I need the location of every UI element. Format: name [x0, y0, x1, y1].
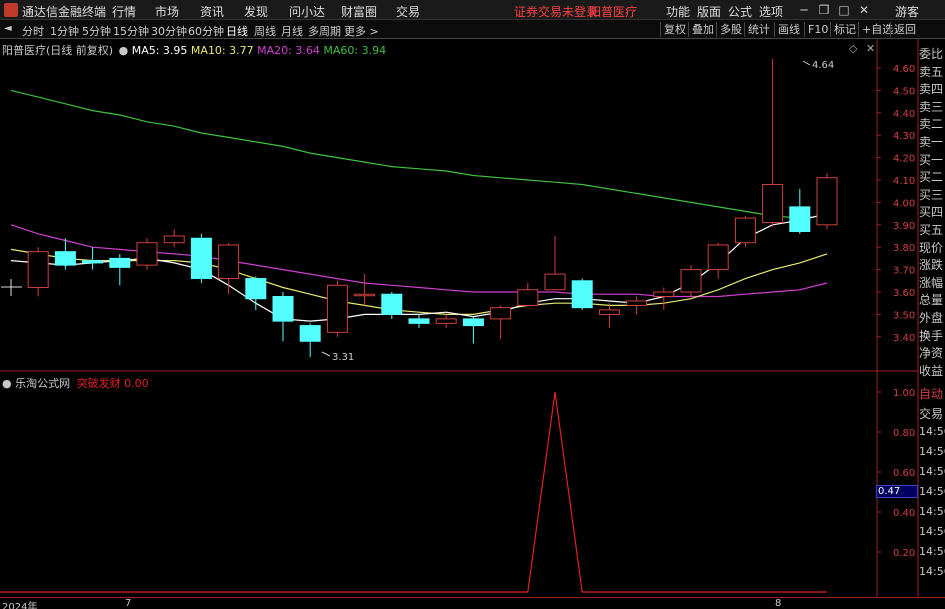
price-tick-label: 3.60 — [893, 288, 915, 299]
price-tick-label: 3.90 — [893, 221, 915, 232]
candle — [544, 236, 566, 291]
price-tick-label: 3.80 — [893, 243, 915, 254]
candle — [626, 296, 648, 315]
candle — [27, 247, 49, 297]
candle — [789, 188, 811, 234]
candle — [598, 303, 620, 328]
low-price-label: 3.31 — [332, 352, 354, 363]
side-trade-label: 14:56 — [919, 465, 945, 478]
indicator-tick-label: 0.40 — [893, 508, 915, 519]
indicator-tick-label: 0.80 — [893, 428, 915, 439]
price-annotations: 4.64 3.31 — [321, 60, 834, 363]
moving-average-lines — [10, 89, 828, 322]
indicator-line — [0, 391, 827, 593]
chart-frame — [0, 39, 919, 597]
x-label-aug: 8 — [775, 598, 782, 609]
side-trade-label: 14:56 — [919, 565, 945, 578]
candle — [82, 247, 104, 270]
side-trade-label: 14:56 — [919, 505, 945, 518]
side-trade-label[interactable]: 交易 — [919, 405, 945, 422]
side-trade-label: 14:56 — [919, 485, 945, 498]
crosshair-icon — [1, 279, 22, 296]
side-label: 卖一 — [919, 135, 944, 149]
candle — [381, 292, 403, 319]
candle — [490, 305, 512, 340]
price-tick-label: 3.50 — [893, 310, 915, 321]
side-label: 委比 — [919, 47, 944, 61]
price-tick-label: 3.40 — [893, 333, 915, 344]
candle — [734, 215, 756, 248]
ma60-line — [10, 89, 828, 219]
indicator-tick-label: 1.00 — [893, 388, 915, 399]
price-tick-label: 4.60 — [893, 64, 915, 75]
candle — [190, 233, 212, 284]
side-label: 卖四 — [919, 82, 944, 97]
price-tick-label: 4.40 — [893, 109, 915, 120]
candle — [245, 276, 267, 310]
price-tick-label: 3.70 — [893, 266, 915, 277]
side-label: 买一 — [919, 152, 944, 167]
side-label: 换手 — [919, 328, 944, 343]
candle — [326, 280, 348, 337]
x-label-year: 2024年 — [2, 602, 38, 609]
time-axis — [0, 597, 945, 609]
side-label: 净资 — [919, 346, 944, 361]
kline-chart[interactable]: 4.60 4.50 4.40 4.30 4.20 4.10 4.00 3.90 3.80 3.70… — [0, 0, 945, 609]
side-label: 买三 — [919, 187, 944, 202]
side-label: 现价 — [919, 240, 944, 255]
side-label: 外盘 — [919, 311, 944, 325]
candle — [762, 59, 784, 228]
price-tick-label: 4.30 — [893, 131, 915, 142]
side-trade-label: 14:56 — [919, 525, 945, 538]
candle — [54, 238, 76, 270]
candle — [680, 265, 702, 297]
price-tick-label: 4.50 — [893, 86, 915, 97]
side-label: 卖二 — [919, 117, 944, 132]
side-label: 买五 — [919, 223, 944, 237]
price-tick-label: 4.00 — [893, 198, 915, 209]
cursor-value-box: 0.47 — [876, 485, 918, 498]
indicator-panel: 1.00 0.80 0.60 0.40 0.20 — [0, 388, 915, 593]
high-price-label: 4.64 — [812, 60, 834, 71]
candle — [299, 323, 321, 357]
side-trade-label: 14:56 — [919, 445, 945, 458]
candle — [435, 314, 457, 328]
side-label: 总量 — [919, 293, 944, 308]
candles — [27, 59, 838, 357]
candle — [408, 314, 430, 328]
candle — [272, 292, 294, 342]
candle — [109, 253, 131, 286]
side-label: 涨幅 — [919, 275, 944, 290]
candle — [462, 316, 484, 344]
side-label: 卖三 — [919, 99, 944, 114]
candle — [136, 238, 158, 270]
candle — [163, 229, 185, 248]
indicator-tick-label: 0.20 — [893, 548, 915, 559]
price-axis: 4.60 4.50 4.40 4.30 4.20 4.10 4.00 3.90 3.80 3.70… — [877, 64, 915, 344]
side-trade-label[interactable]: 自动 — [919, 385, 945, 402]
candle — [218, 242, 240, 295]
candle — [517, 283, 539, 306]
candle — [816, 173, 838, 230]
candle — [571, 278, 593, 310]
side-trade-label: 14:56 — [919, 425, 945, 438]
ma5-line — [10, 213, 828, 322]
side-label: 卖五 — [919, 64, 944, 79]
price-tick-label: 4.20 — [893, 154, 915, 165]
x-label-jul: 7 — [125, 598, 132, 609]
indicator-tick-label: 0.60 — [893, 468, 915, 479]
candle — [354, 274, 376, 306]
side-label: 收益 — [919, 363, 944, 378]
side-label: 涨跌 — [919, 258, 944, 273]
side-label: 买四 — [919, 205, 944, 220]
candle — [707, 242, 729, 279]
side-trade-label: 14:56 — [919, 545, 945, 558]
price-tick-label: 4.10 — [893, 176, 915, 187]
side-label: 买二 — [919, 170, 944, 185]
